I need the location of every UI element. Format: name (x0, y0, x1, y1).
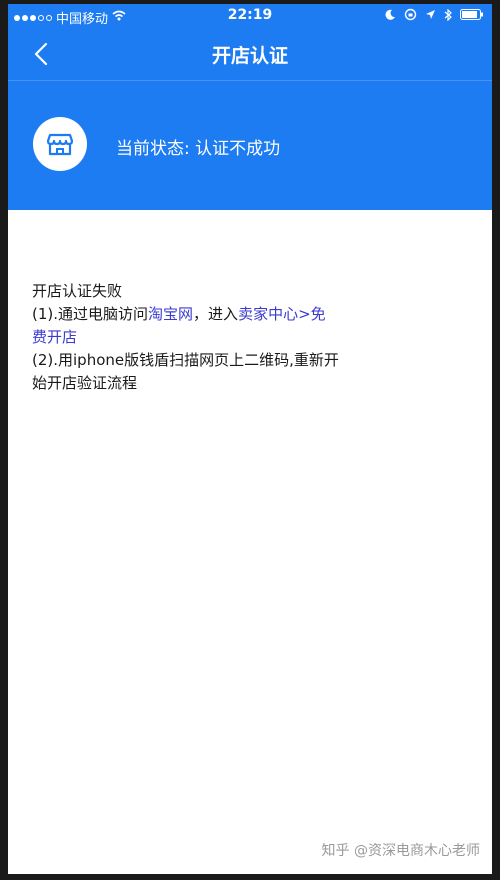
watermark: 知乎 @资深电商木心老师 (321, 843, 480, 859)
step-1-prefix: (1).通过电脑访问 (32, 305, 149, 323)
store-avatar (33, 117, 87, 171)
bluetooth-icon (444, 8, 452, 24)
auth-status: 当前状态: 认证不成功 (116, 134, 280, 159)
nav-bar: 开店认证 (8, 28, 492, 81)
phone-screen: 中国移动 22:19 开店认证 当前状态: 认证不成功 开店认证失败 (1).通… (8, 4, 492, 874)
step-1-line-2: 费开店 (32, 326, 372, 349)
battery-icon (460, 9, 484, 23)
status-label: 当前状态: (116, 139, 190, 159)
moon-icon (384, 9, 396, 24)
step-1-line: (1).通过电脑访问淘宝网，进入卖家中心>免 (32, 303, 372, 326)
step-1-middle: ，进入 (193, 305, 239, 323)
step-2-line: (2).用iphone版钱盾扫描网页上二维码,重新开 (32, 351, 339, 369)
page-title: 开店认证 (211, 45, 288, 67)
failure-heading: 开店认证失败 (32, 282, 123, 300)
status-value: 认证不成功 (195, 139, 281, 159)
location-icon (425, 9, 436, 23)
status-right (384, 8, 484, 24)
free-open-store-link[interactable]: 费开店 (32, 328, 77, 346)
lock-rotation-icon (404, 8, 417, 24)
store-icon (46, 133, 74, 156)
step-2-line-2: 始开店验证流程 (32, 374, 138, 392)
taobao-link[interactable]: 淘宝网 (148, 305, 193, 323)
header: 中国移动 22:19 开店认证 当前状态: 认证不成功 (8, 4, 492, 210)
status-bar: 中国移动 22:19 (8, 4, 492, 28)
failure-message: 开店认证失败 (1).通过电脑访问淘宝网，进入卖家中心>免 费开店 (2).用i… (32, 280, 372, 395)
seller-center-link[interactable]: 卖家中心>免 (238, 305, 326, 323)
